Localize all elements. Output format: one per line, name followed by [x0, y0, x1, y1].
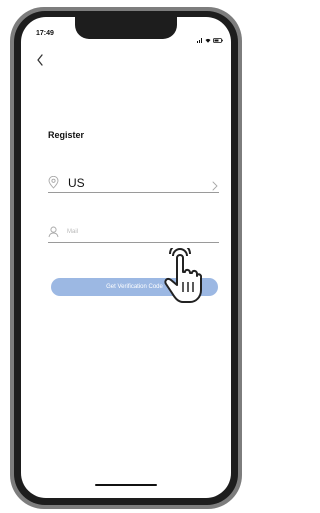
back-button[interactable] — [34, 53, 48, 67]
signal-icon — [197, 30, 203, 48]
status-time: 17:49 — [36, 30, 54, 37]
mail-placeholder: Mail — [67, 229, 79, 235]
wifi-icon — [205, 30, 211, 48]
pointer-hand-icon — [158, 243, 203, 304]
notch — [75, 17, 177, 39]
chevron-right-icon — [212, 178, 218, 196]
page-title: Register — [48, 130, 85, 140]
home-indicator — [95, 484, 157, 486]
person-icon — [48, 225, 59, 243]
country-value: US — [68, 176, 85, 190]
country-selector[interactable]: US — [48, 175, 219, 193]
status-icons — [197, 30, 223, 48]
back-chevron-icon — [37, 54, 43, 66]
country-underline — [48, 192, 219, 193]
mail-underline — [48, 242, 219, 243]
mail-field[interactable]: Mail — [48, 225, 219, 243]
battery-icon — [213, 30, 223, 48]
